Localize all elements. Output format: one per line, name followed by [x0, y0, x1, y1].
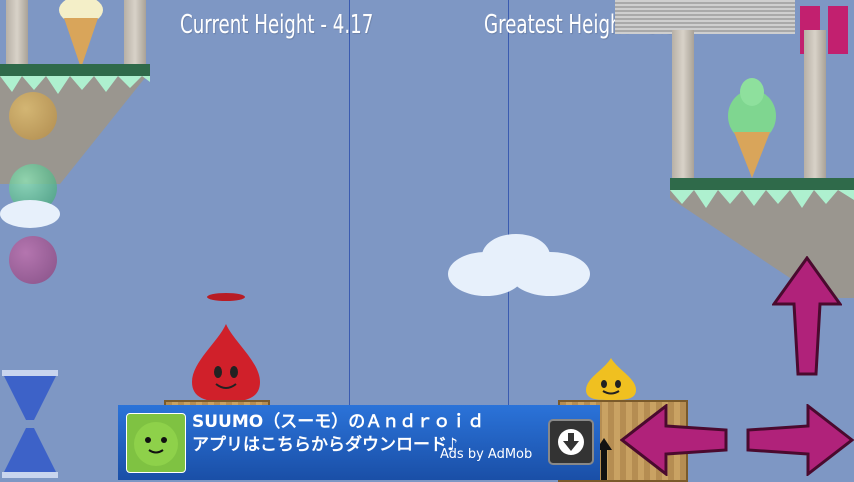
pillar [6, 0, 28, 70]
pillar [124, 0, 146, 70]
pause-icon-bar [828, 6, 848, 54]
ad-attribution: Ads by AdMob [440, 447, 533, 462]
download-icon [558, 429, 584, 455]
move-left-button[interactable] [620, 404, 730, 476]
ad-logo [126, 413, 186, 473]
orange-powerup-orb[interactable] [9, 92, 57, 140]
right-arrow-icon [746, 404, 854, 476]
cloud [448, 234, 590, 296]
download-button[interactable] [548, 419, 594, 465]
up-arrow-icon [772, 256, 842, 376]
move-right-button[interactable] [744, 404, 854, 476]
purple-powerup-orb[interactable] [9, 236, 57, 284]
red-player-blob [192, 324, 260, 402]
ice-cream-goal [728, 78, 776, 178]
current-height-label: Current Height - 4.17 [180, 10, 374, 40]
left-arrow-icon [620, 404, 728, 476]
spring-disc [207, 293, 245, 301]
ad-banner[interactable]: SUUMO（スーモ）のＡｎｄｒｏｉｄアプリはこちらからダウンロード♪ Ads b… [118, 405, 600, 480]
pillar [804, 30, 826, 180]
pillar [672, 30, 694, 180]
ice-cream-goal [59, 0, 103, 68]
cloud [0, 200, 60, 228]
jump-up-button[interactable] [772, 256, 842, 378]
hourglass-icon [2, 370, 58, 478]
status-bar-strip [615, 0, 795, 34]
yellow-blob [586, 358, 636, 400]
